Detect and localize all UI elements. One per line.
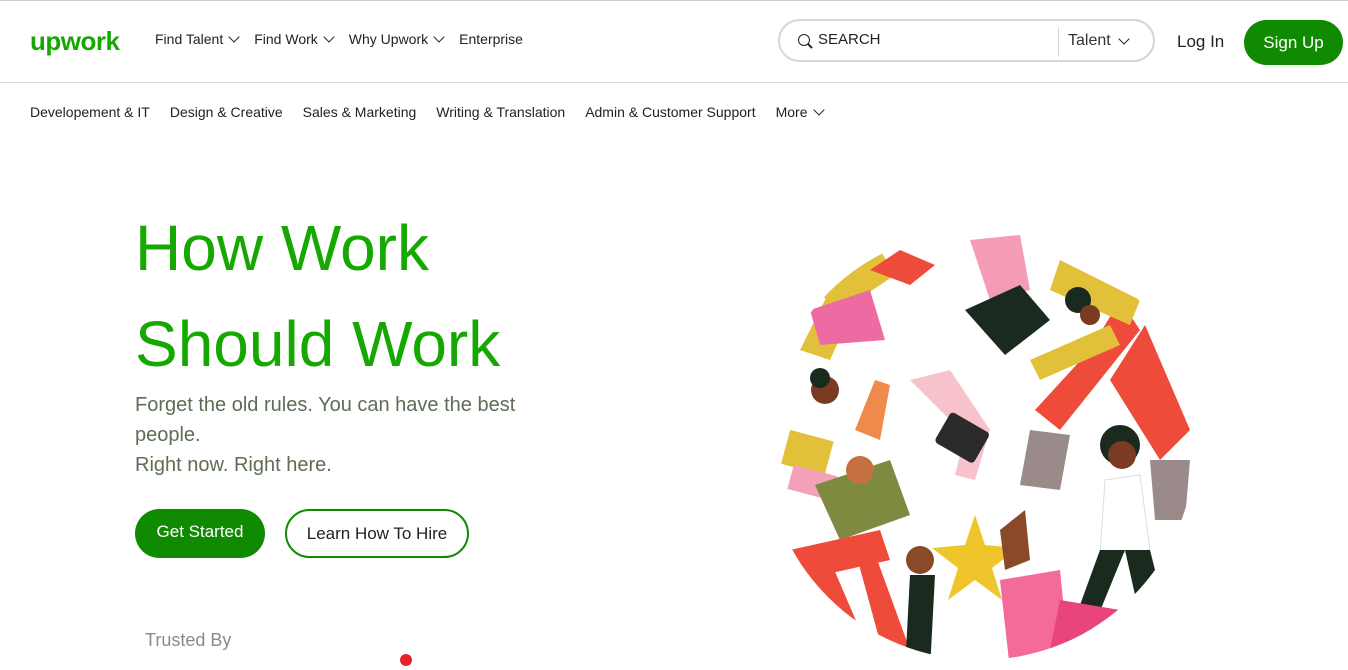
- main-nav: Find Talent Find Work Why Upwork Enterpr…: [155, 31, 539, 47]
- search-bar: Talent: [778, 19, 1155, 62]
- nav-find-work-label: Find Work: [254, 31, 318, 47]
- chevron-down-icon: [1118, 33, 1130, 45]
- hero-subtitle-line1: Forget the old rules. You can have the b…: [135, 394, 516, 446]
- category-sales-marketing[interactable]: Sales & Marketing: [303, 104, 417, 120]
- search-input[interactable]: [816, 30, 1040, 49]
- trusted-by-label: Trusted By: [145, 630, 232, 650]
- upwork-logo[interactable]: upwork: [30, 26, 120, 57]
- login-link[interactable]: Log In: [1177, 32, 1224, 52]
- category-design-creative[interactable]: Design & Creative: [170, 104, 283, 120]
- site-header: upwork Find Talent Find Work Why Upwork …: [0, 1, 1348, 83]
- nav-enterprise[interactable]: Enterprise: [459, 31, 523, 47]
- learn-how-to-hire-button[interactable]: Learn How To Hire: [285, 509, 469, 558]
- signup-button[interactable]: Sign Up: [1244, 20, 1343, 65]
- nav-enterprise-label: Enterprise: [459, 31, 523, 47]
- search-icon[interactable]: [798, 34, 810, 46]
- category-more-label: More: [775, 104, 808, 120]
- chevron-down-icon: [323, 31, 335, 43]
- nav-why-upwork[interactable]: Why Upwork: [348, 31, 445, 47]
- hero-title: How Work Should Work: [135, 200, 500, 392]
- hero-illustration: [765, 230, 1195, 660]
- hero-subtitle: Forget the old rules. You can have the b…: [135, 390, 585, 480]
- search-scope-label: Talent: [1068, 32, 1111, 49]
- category-more[interactable]: More: [775, 104, 825, 120]
- nav-find-talent[interactable]: Find Talent: [155, 31, 240, 47]
- hero-title-line1: How Work: [135, 212, 429, 284]
- chevron-down-icon: [228, 31, 240, 43]
- nav-why-upwork-label: Why Upwork: [348, 31, 429, 47]
- category-dev-it[interactable]: Developement & IT: [30, 104, 150, 120]
- chevron-down-icon: [812, 104, 825, 116]
- partner-logo-partial: [400, 654, 412, 666]
- search-divider: [1058, 27, 1059, 57]
- hero-subtitle-line2: Right now. Right here.: [135, 454, 332, 476]
- nav-find-talent-label: Find Talent: [155, 31, 224, 47]
- hero-title-line2: Should Work: [135, 308, 501, 380]
- get-started-button[interactable]: Get Started: [135, 509, 265, 558]
- search-scope-select[interactable]: Talent: [1068, 32, 1130, 50]
- nav-find-work[interactable]: Find Work: [254, 31, 335, 47]
- chevron-down-icon: [433, 31, 445, 43]
- category-admin-support[interactable]: Admin & Customer Support: [585, 104, 755, 120]
- category-nav: Developement & IT Design & Creative Sale…: [30, 104, 843, 120]
- category-writing-translation[interactable]: Writing & Translation: [436, 104, 565, 120]
